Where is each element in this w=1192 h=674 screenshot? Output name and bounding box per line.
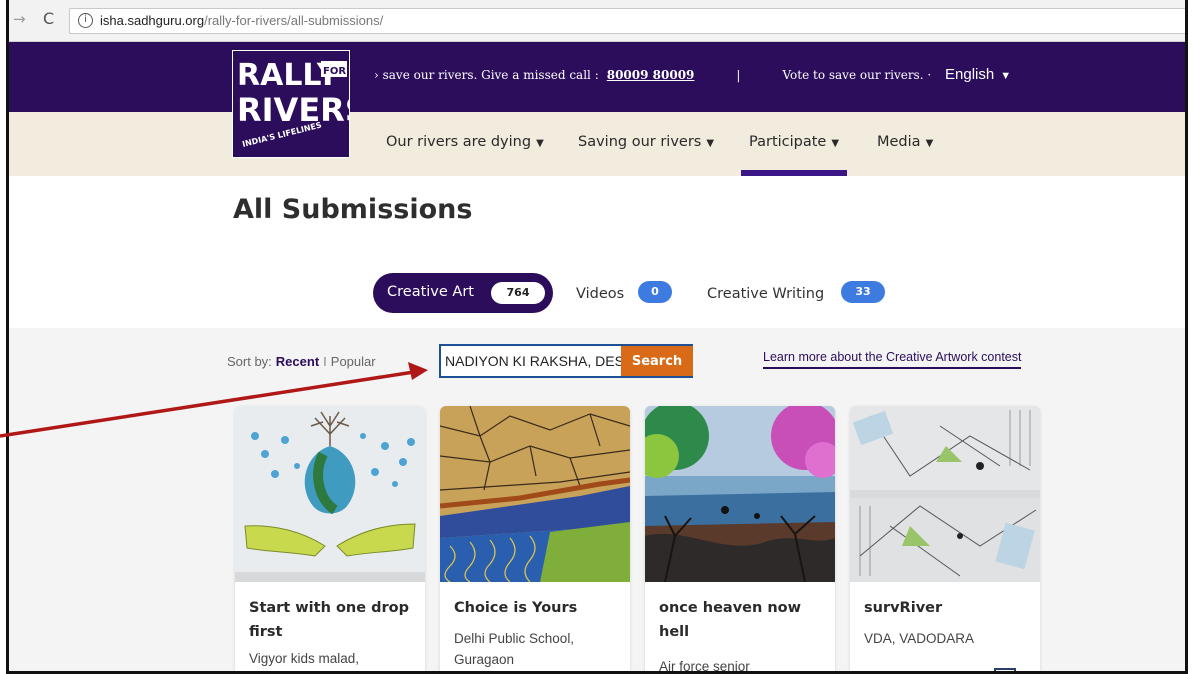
top-announcement-bar: › save our rivers. Give a missed call : 8… (9, 42, 1185, 112)
browser-window: → C i isha.sadhguru.org/rally-for-rivers… (6, 0, 1188, 674)
search-box: Search (439, 344, 693, 378)
info-icon[interactable]: i (78, 13, 93, 28)
learn-more-link[interactable]: Learn more about the Creative Artwork co… (763, 350, 1022, 369)
sort-popular-link[interactable]: Popular (331, 354, 376, 369)
ticker-separator: | (736, 68, 741, 82)
page-title: All Submissions (233, 194, 473, 225)
card-subtitle: Delhi Public School, Guragaon (454, 631, 575, 667)
tab-creative-art[interactable]: Creative Art 764 (373, 273, 553, 313)
sort-recent-link[interactable]: Recent (276, 354, 319, 369)
artwork-thumbnail[interactable] (440, 406, 630, 582)
card-subtitle: Air force senior (659, 659, 750, 674)
tab-label: Creative Writing (707, 286, 825, 302)
artwork-image (235, 406, 425, 582)
logo-rivers-text: RIVERS (237, 91, 350, 129)
url-field[interactable]: i isha.sadhguru.org/rally-for-rivers/all… (69, 8, 1185, 34)
reload-icon[interactable]: C (43, 9, 54, 28)
nav-item-label: Saving our rivers (578, 134, 702, 150)
submission-card[interactable]: Start with one drop first Vigyor kids ma… (235, 406, 425, 671)
url-domain: isha.sadhguru.org (100, 13, 205, 28)
artwork-image (850, 406, 1040, 582)
count-badge: 764 (491, 282, 545, 304)
url-text: isha.sadhguru.org/rally-for-rivers/all-s… (100, 13, 383, 28)
nav-item-label: Participate (749, 134, 827, 150)
nav-item-participate[interactable]: Participate ▼ (749, 134, 839, 150)
nav-item-rivers-dying[interactable]: Our rivers are dying ▼ (386, 134, 544, 150)
submission-card[interactable]: survRiver VDA, VADODARA (850, 406, 1040, 671)
caret-down-icon: ▼ (536, 138, 544, 149)
tab-label: Videos (576, 286, 625, 302)
sort-controls: Sort by: Recent I Popular (227, 354, 376, 369)
tab-label: Creative Art (387, 284, 474, 300)
sort-label: Sort by: (227, 354, 272, 369)
browser-address-bar: → C i isha.sadhguru.org/rally-for-rivers… (9, 0, 1185, 42)
artwork-thumbnail[interactable] (645, 406, 835, 582)
logo-graphic: RALLY FOR RIVERS INDIA'S LIFELINES (233, 51, 350, 157)
caret-down-icon: ▼ (706, 138, 715, 149)
rally-for-rivers-logo[interactable]: RALLY FOR RIVERS INDIA'S LIFELINES (232, 50, 350, 158)
nav-item-media[interactable]: Media ▼ (877, 134, 933, 150)
language-label: English (945, 66, 995, 83)
artwork-image (440, 406, 630, 582)
nav-item-label: Our rivers are dying (386, 134, 532, 150)
sort-divider: I (323, 354, 327, 369)
main-navigation: Our rivers are dying ▼ Saving our rivers ▼… (9, 112, 1185, 176)
search-button[interactable]: Search (621, 346, 693, 376)
artwork-thumbnail[interactable] (850, 406, 1040, 582)
artwork-thumbnail[interactable] (235, 406, 425, 582)
card-title[interactable]: survRiver (864, 596, 1030, 620)
submission-card[interactable]: once heaven now hell Air force senior (645, 406, 835, 674)
search-input[interactable] (443, 348, 621, 374)
missed-call-number-link[interactable]: 80009 80009 (607, 68, 695, 82)
card-corner-box (994, 668, 1016, 671)
caret-down-icon: ▼ (1000, 70, 1012, 82)
artwork-image (645, 406, 835, 582)
card-subtitle: VDA, VADODARA (864, 631, 975, 646)
tab-creative-writing[interactable]: Creative Writing 33 (707, 281, 885, 303)
active-nav-indicator (741, 170, 847, 176)
nav-item-label: Media (877, 134, 921, 150)
logo-for-text: FOR (323, 66, 346, 77)
url-path: /rally-for-rivers/all-submissions/ (204, 13, 384, 28)
back-arrow-icon[interactable]: → (13, 10, 26, 28)
tab-videos[interactable]: Videos 0 (576, 281, 672, 303)
caret-down-icon: ▼ (831, 138, 840, 149)
language-selector[interactable]: English ▼ (945, 66, 1011, 83)
ticker-text-2: Vote to save our rivers. · (782, 68, 932, 82)
card-title[interactable]: once heaven now hell (659, 596, 825, 644)
card-title[interactable]: Start with one drop first (249, 596, 415, 644)
card-subtitle: Vigyor kids malad, (249, 651, 360, 666)
ticker-text: › save our rivers. Give a missed call : (374, 68, 599, 82)
nav-item-saving-rivers[interactable]: Saving our rivers ▼ (578, 134, 714, 150)
submission-card[interactable]: Choice is Yours Delhi Public School, Gur… (440, 406, 630, 671)
count-badge: 33 (841, 281, 885, 303)
announcement-ticker: › save our rivers. Give a missed call : 8… (374, 68, 931, 82)
card-title[interactable]: Choice is Yours (454, 596, 620, 620)
caret-down-icon: ▼ (925, 138, 934, 149)
count-badge: 0 (638, 281, 672, 303)
